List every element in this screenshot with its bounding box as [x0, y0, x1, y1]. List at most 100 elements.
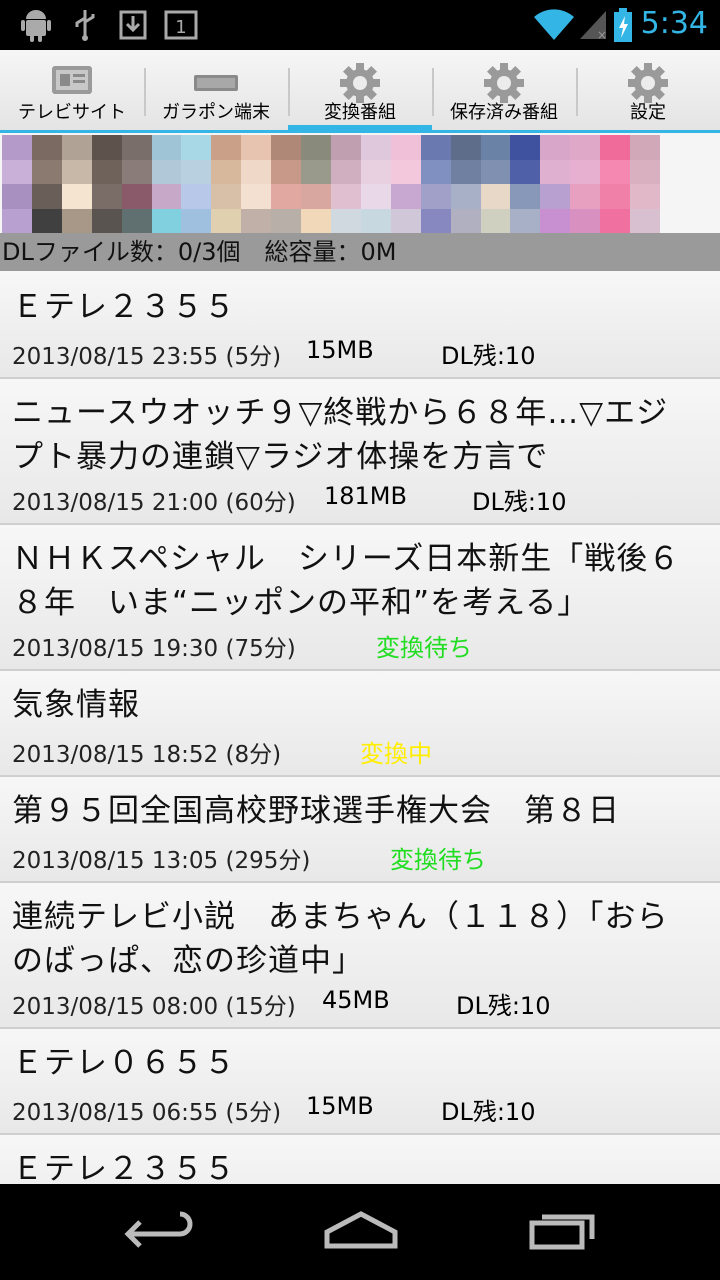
tab-saved-programs[interactable]: 保存済み番組	[432, 50, 576, 130]
recent-apps-icon	[528, 1209, 598, 1255]
mosaic-cell	[540, 208, 571, 233]
mosaic-cell	[450, 159, 481, 184]
program-size: 15MB	[306, 1092, 374, 1120]
mosaic-cell	[211, 135, 242, 160]
mosaic-cell	[91, 208, 122, 233]
mosaic-cell	[211, 184, 242, 209]
list-item[interactable]: 気象情報 2013/08/15 18:52 (8分) 変換中	[0, 671, 720, 777]
usb-icon	[70, 8, 100, 42]
mosaic-cell	[570, 184, 601, 209]
mosaic-cell	[301, 208, 331, 233]
back-icon	[124, 1210, 194, 1254]
mosaic-cell	[2, 135, 32, 160]
program-title: 連続テレビ小説 あまちゃん（１１８）「おらのばっぱ、恋の珍道中」	[12, 899, 669, 979]
signal-icon: ×	[578, 8, 608, 42]
mosaic-cell	[181, 135, 212, 160]
program-datetime: 2013/08/15 06:55 (5分)	[12, 1100, 282, 1126]
mosaic-cell	[420, 159, 451, 184]
mosaic-cell	[31, 159, 62, 184]
mosaic-cell	[330, 159, 361, 184]
mosaic-cell	[480, 159, 511, 184]
mosaic-cell	[390, 135, 421, 160]
mosaic-cell	[420, 135, 451, 160]
mosaic-cell	[390, 184, 421, 209]
program-title: Ｅテレ２３５５	[12, 1151, 236, 1184]
status-waiting: 変換待ち	[376, 634, 472, 662]
mosaic-cell	[510, 184, 541, 209]
mosaic-cell	[31, 184, 62, 209]
mosaic-cell	[360, 208, 391, 233]
mosaic-cell	[151, 135, 182, 160]
mosaic-cell	[630, 184, 660, 209]
mosaic-cell	[121, 159, 152, 184]
mosaic-cell	[151, 159, 182, 184]
mosaic-cell	[31, 135, 62, 160]
mosaic-cell	[151, 208, 182, 233]
gear-icon	[627, 62, 669, 108]
mosaic-cell	[241, 159, 272, 184]
mosaic-cell	[630, 135, 660, 160]
pixelated-thumbnail-image	[2, 135, 660, 233]
mosaic-cell	[480, 135, 511, 160]
mosaic-cell	[301, 159, 331, 184]
list-item[interactable]: ニュースウオッチ９▽終戦から６８年…▽エジプト暴力の連鎖▽ラジオ体操を方言で 2…	[0, 379, 720, 525]
program-datetime: 2013/08/15 21:00 (60分)	[12, 490, 296, 516]
mosaic-cell	[61, 135, 92, 160]
mosaic-cell	[91, 184, 122, 209]
download-summary: DLファイル数：0/3個 総容量：0M	[0, 233, 720, 271]
wifi-icon	[532, 8, 576, 42]
mosaic-cell	[630, 208, 660, 233]
list-item[interactable]: ＮＨＫスペシャル シリーズ日本新生「戦後６８年 いま“ニッポンの平和”を考える」…	[0, 525, 720, 671]
mosaic-cell	[600, 135, 631, 160]
mosaic-cell	[301, 135, 331, 160]
navigation-bar	[0, 1184, 720, 1280]
mosaic-cell	[510, 135, 541, 160]
back-button[interactable]	[114, 1204, 204, 1260]
mosaic-cell	[211, 208, 242, 233]
mosaic-cell	[271, 135, 302, 160]
program-list[interactable]: Ｅテレ２３５５ 2013/08/15 23:55 (5分) 15MB DL残:1…	[0, 271, 720, 1184]
program-title: 第９５回全国高校野球選手権大会 第８日	[12, 793, 620, 829]
program-size: 181MB	[324, 482, 407, 510]
home-button[interactable]	[316, 1204, 406, 1260]
tab-tv-site[interactable]: テレビサイト	[0, 50, 144, 130]
mosaic-cell	[181, 208, 212, 233]
list-item[interactable]: Ｅテレ２３５５	[0, 1135, 720, 1184]
download-icon	[118, 8, 148, 42]
mosaic-cell	[540, 159, 571, 184]
list-item[interactable]: Ｅテレ２３５５ 2013/08/15 23:55 (5分) 15MB DL残:1…	[0, 271, 720, 379]
mosaic-cell	[570, 159, 601, 184]
tab-label: テレビサイト	[18, 102, 126, 123]
recent-apps-button[interactable]	[518, 1204, 608, 1260]
mosaic-cell	[271, 184, 302, 209]
tab-settings[interactable]: 設定	[576, 50, 720, 130]
list-item[interactable]: 連続テレビ小説 あまちゃん（１１８）「おらのばっぱ、恋の珍道中」 2013/08…	[0, 883, 720, 1029]
mosaic-cell	[31, 208, 62, 233]
mosaic-cell	[271, 208, 302, 233]
download-remaining: DL残:10	[472, 488, 567, 516]
program-datetime: 2013/08/15 23:55 (5分)	[12, 344, 282, 370]
program-size: 15MB	[306, 336, 374, 364]
program-datetime: 2013/08/15 19:30 (75分)	[12, 636, 296, 662]
mosaic-cell	[390, 159, 421, 184]
mosaic-cell	[600, 208, 631, 233]
mosaic-cell	[2, 208, 32, 233]
svg-text:×: ×	[597, 28, 607, 41]
thumbnail-preview	[0, 133, 720, 233]
download-remaining: DL残:10	[441, 342, 536, 370]
program-title: Ｅテレ２３５５	[12, 289, 236, 325]
mosaic-cell	[480, 208, 511, 233]
list-item[interactable]: 第９５回全国高校野球選手権大会 第８日 2013/08/15 13:05 (29…	[0, 777, 720, 883]
summary-text: DLファイル数：0/3個 総容量：0M	[2, 238, 397, 266]
tab-garapon-device[interactable]: ガラポン端末	[144, 50, 288, 130]
mosaic-cell	[330, 184, 361, 209]
list-item[interactable]: Ｅテレ０６５５ 2013/08/15 06:55 (5分) 15MB DL残:1…	[0, 1029, 720, 1135]
mosaic-cell	[480, 184, 511, 209]
mosaic-cell	[61, 208, 92, 233]
tab-converted-programs[interactable]: 変換番組	[288, 50, 432, 133]
download-remaining: DL残:10	[456, 992, 551, 1020]
android-icon	[18, 8, 54, 42]
status-converting: 変換中	[360, 740, 432, 768]
notification-count-icon: 1	[163, 8, 199, 42]
gear-icon	[339, 62, 381, 108]
